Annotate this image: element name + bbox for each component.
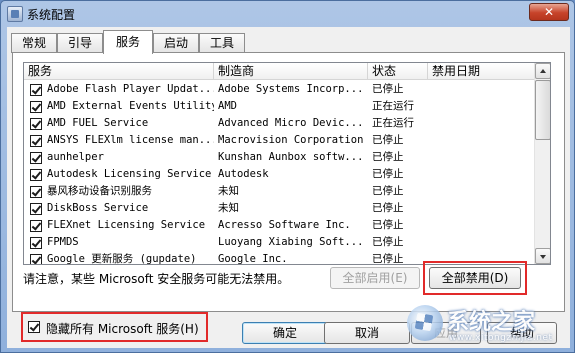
service-checkbox[interactable]: [30, 84, 42, 96]
cell-service: DiskBoss Service: [47, 202, 149, 214]
close-button[interactable]: ✕: [529, 3, 569, 21]
tab-startup[interactable]: 启动: [153, 33, 199, 53]
arrow-down-icon: [540, 255, 546, 259]
cell-service: AMD FUEL Service: [47, 117, 149, 129]
column-header-service[interactable]: 服务: [24, 63, 214, 80]
cell-vendor: AMD: [218, 100, 237, 112]
cell-status: 已停止: [372, 185, 404, 197]
cell-vendor: Adobe Systems Incorp...: [218, 83, 364, 95]
table-row[interactable]: Autodesk Licensing Service Autodesk 已停止: [24, 166, 535, 183]
list-header: 服务 制造商 状态 禁用日期: [24, 63, 535, 80]
cell-service: FPMDS: [47, 236, 79, 248]
disable-all-button[interactable]: 全部禁用(D): [429, 267, 521, 289]
cell-vendor: Acresso Software Inc.: [218, 219, 351, 231]
enable-all-button[interactable]: 全部启用(E): [330, 267, 420, 289]
arrow-up-icon: [540, 69, 546, 73]
cell-status: 已停止: [372, 134, 404, 146]
service-checkbox[interactable]: [30, 152, 42, 164]
cell-status: 已停止: [372, 253, 404, 265]
cell-status: 正在运行: [372, 117, 414, 129]
services-list[interactable]: 服务 制造商 状态 禁用日期 Adobe Flash Player Updat.…: [23, 62, 551, 265]
cell-disabled-date: [432, 132, 532, 149]
cell-status: 已停止: [372, 236, 404, 248]
table-row[interactable]: ANSYS FLEXlm license man... Macrovision C…: [24, 132, 535, 149]
cell-disabled-date: [432, 81, 532, 98]
table-row[interactable]: AMD External Events Utility AMD 正在运行: [24, 98, 535, 115]
cell-service: Adobe Flash Player Updat...: [47, 83, 214, 95]
watermark-url: www.xitongzhijia.net: [449, 333, 553, 343]
table-row[interactable]: aunhelper Kunshan Aunbox softw... 已停止: [24, 149, 535, 166]
tab-general[interactable]: 常规: [11, 33, 57, 53]
cell-service: FLEXnet Licensing Service: [47, 219, 206, 231]
tab-services[interactable]: 服务: [103, 30, 153, 54]
cell-disabled-date: [432, 149, 532, 166]
cell-disabled-date: [432, 115, 532, 132]
list-rows: Adobe Flash Player Updat... Adobe Systems…: [24, 81, 535, 265]
cell-status: 已停止: [372, 202, 404, 214]
cell-vendor: Kunshan Aunbox softw...: [218, 151, 364, 163]
cell-status: 已停止: [372, 151, 404, 163]
cell-status: 正在运行: [372, 100, 414, 112]
service-checkbox[interactable]: [30, 101, 42, 113]
service-checkbox[interactable]: [30, 203, 42, 215]
cell-service: Autodesk Licensing Service: [47, 168, 212, 180]
cell-service: 暴风移动设备识别服务: [47, 185, 152, 197]
cell-vendor: Autodesk: [218, 168, 269, 180]
tab-tools[interactable]: 工具: [199, 33, 245, 53]
scroll-up-button[interactable]: [535, 63, 550, 79]
watermark: 系统之家 www.xitongzhijia.net: [393, 299, 571, 351]
cell-status: 已停止: [372, 219, 404, 231]
column-header-status[interactable]: 状态: [368, 63, 428, 80]
window-title: 系统配置: [27, 8, 76, 22]
service-checkbox[interactable]: [30, 135, 42, 147]
notice-text: 请注意，某些 Microsoft 安全服务可能无法禁用。: [23, 272, 290, 286]
cell-service: AMD External Events Utility: [47, 100, 214, 112]
cell-disabled-date: [432, 98, 532, 115]
scroll-down-button[interactable]: [535, 248, 550, 264]
table-row[interactable]: Adobe Flash Player Updat... Adobe Systems…: [24, 81, 535, 98]
table-row[interactable]: AMD FUEL Service Advanced Micro Devic... 正…: [24, 115, 535, 132]
table-row[interactable]: FPMDS Luoyang Xiabing Soft... 已停止: [24, 234, 535, 251]
cell-disabled-date: [432, 234, 532, 251]
cell-status: 已停止: [372, 83, 404, 95]
cell-service: ANSYS FLEXlm license man...: [47, 134, 214, 146]
service-checkbox[interactable]: [30, 169, 42, 181]
cell-service: Google 更新服务 (gupdate): [47, 253, 197, 265]
cell-vendor: Macrovision Corporation: [218, 134, 364, 146]
table-row[interactable]: DiskBoss Service 未知 已停止: [24, 200, 535, 217]
system-config-window: 系统配置 ✕ 常规 引导 服务 启动 工具 服务 制造商 状态 禁用日期 Ado…: [0, 0, 575, 353]
watermark-text: 系统之家: [447, 310, 536, 335]
tab-boot[interactable]: 引导: [57, 33, 103, 53]
cell-vendor: Google Inc.: [218, 253, 288, 265]
service-checkbox[interactable]: [30, 186, 42, 198]
vertical-scrollbar[interactable]: [534, 63, 550, 264]
cell-disabled-date: [432, 217, 532, 234]
app-icon: [7, 6, 23, 22]
scroll-thumb[interactable]: [535, 80, 550, 140]
cell-vendor: Luoyang Xiabing Soft...: [218, 236, 364, 248]
cell-service: aunhelper: [47, 151, 104, 163]
table-row[interactable]: 暴风移动设备识别服务 未知 已停止: [24, 183, 535, 200]
column-header-disabled-date[interactable]: 禁用日期: [428, 63, 535, 80]
cell-vendor: 未知: [218, 202, 239, 214]
ok-button[interactable]: 确定: [242, 322, 328, 344]
column-header-vendor[interactable]: 制造商: [214, 63, 368, 80]
watermark-logo-icon: [407, 305, 443, 341]
hide-microsoft-label[interactable]: 隐藏所有 Microsoft 服务(H): [46, 320, 199, 337]
cell-disabled-date: [432, 166, 532, 183]
cell-vendor: Advanced Micro Devic...: [218, 117, 364, 129]
title-bar[interactable]: 系统配置 ✕: [1, 1, 574, 27]
cell-status: 已停止: [372, 168, 404, 180]
service-checkbox[interactable]: [30, 254, 42, 264]
cell-disabled-date: [432, 200, 532, 217]
cell-vendor: 未知: [218, 185, 239, 197]
hide-microsoft-highlight: 隐藏所有 Microsoft 服务(H): [21, 312, 208, 342]
services-tab-panel: 服务 制造商 状态 禁用日期 Adobe Flash Player Updat.…: [12, 52, 565, 342]
table-row[interactable]: FLEXnet Licensing Service Acresso Softwar…: [24, 217, 535, 234]
service-checkbox[interactable]: [30, 237, 42, 249]
cell-disabled-date: [432, 183, 532, 200]
service-checkbox[interactable]: [30, 118, 42, 130]
service-checkbox[interactable]: [30, 220, 42, 232]
hide-microsoft-checkbox[interactable]: [28, 321, 40, 333]
